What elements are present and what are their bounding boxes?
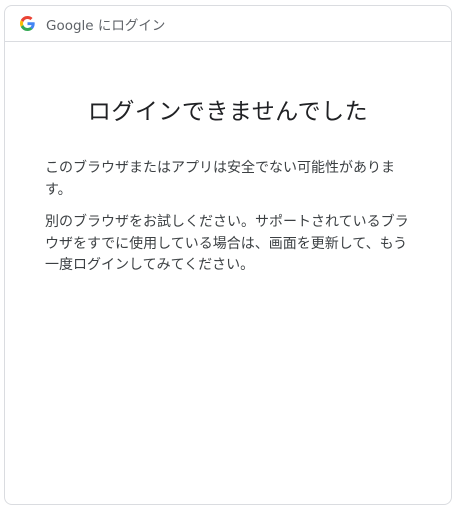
page-title: ログインできませんでした	[87, 99, 369, 125]
message-paragraph-2: 別のブラウザをお試しください。サポートされているブラウザをすでに使用している場合…	[45, 214, 409, 273]
signin-card: Google にログイン ログインできませんでした このブラウザまたはアプリは安…	[4, 5, 452, 505]
message-paragraph-1: このブラウザまたはアプリは安全でない可能性があります。	[45, 160, 395, 198]
header-title: Google にログイン	[46, 17, 166, 34]
card-header: Google にログイン	[5, 6, 451, 42]
google-g-icon	[20, 16, 35, 31]
